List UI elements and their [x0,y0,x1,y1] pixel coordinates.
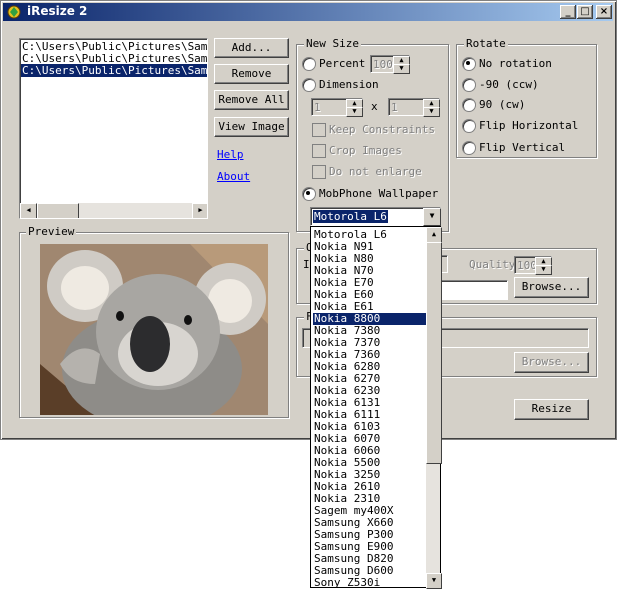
scroll-right-icon[interactable]: ▶ [192,203,207,218]
spin-down-icon[interactable]: ▼ [535,265,552,275]
percent-field[interactable]: 100 ▲ ▼ [370,55,410,74]
crop-images-label: Crop Images [329,144,402,157]
browse-folder-button[interactable]: Browse... [514,352,589,373]
scroll-down-icon[interactable]: ▼ [426,573,442,589]
width-field[interactable]: 1 ▲ ▼ [311,98,363,117]
list-item-selected[interactable]: C:\Users\Public\Pictures\Sample [21,64,207,77]
window-title: iResize 2 [27,4,88,18]
rotate-none-radio[interactable] [462,57,476,71]
rotate-none-label: No rotation [479,57,552,70]
phone-model-select[interactable]: Motorola L6 ▼ [310,207,441,226]
phone-model-dropdown-list[interactable]: Motorola L6 Nokia N91 Nokia N80 Nokia N70 No… [310,226,442,589]
height-field[interactable]: 1 ▲ ▼ [388,98,440,117]
koala-preview-image [40,244,268,415]
minimize-button[interactable]: _ [560,5,576,19]
spin-down-icon[interactable]: ▼ [393,64,410,74]
view-image-button[interactable]: View Image [214,117,289,137]
do-not-enlarge-checkbox[interactable] [312,165,326,179]
flip-vertical-label: Flip Vertical [479,141,566,154]
spin-down-icon[interactable]: ▼ [346,107,363,117]
keep-constraints-label: Keep Constraints [329,123,435,136]
do-not-enlarge-label: Do not enlarge [329,165,422,178]
quality-label: Quality [469,258,516,271]
flip-horizontal-radio[interactable] [462,119,476,133]
remove-button[interactable]: Remove [214,64,289,84]
scroll-left-icon[interactable]: ◀ [20,203,37,218]
file-list[interactable]: C:\Users\Public\Pictures\Sample C:\Users… [19,38,208,219]
flip-vertical-radio[interactable] [462,141,476,155]
flip-horizontal-label: Flip Horizontal [479,119,579,132]
dropdown-scrollbar-thumb[interactable] [426,242,442,464]
new-size-label: New Size [304,37,361,50]
crop-images-checkbox[interactable] [312,144,326,158]
percent-radio[interactable] [302,57,316,71]
about-link[interactable]: About [217,170,250,183]
rotate-ccw-radio[interactable] [462,78,476,92]
preview-label: Preview [26,225,77,238]
keep-constraints-checkbox[interactable] [312,123,326,137]
dimension-radio[interactable] [302,78,316,92]
title-bar[interactable]: iResize 2 _ □ × [3,3,613,21]
scrollbar-thumb[interactable] [37,203,79,218]
chevron-down-icon[interactable]: ▼ [423,208,441,226]
mobphone-label: MobPhone Wallpaper [319,187,439,200]
dimension-label: Dimension [319,78,379,91]
app-icon [7,5,21,19]
add-button[interactable]: Add... [214,38,289,58]
close-button[interactable]: × [596,5,612,19]
browse-button[interactable]: Browse... [514,277,589,298]
spin-down-icon[interactable]: ▼ [423,107,440,117]
mobphone-radio[interactable] [302,187,316,201]
rotate-cw-label: 90 (cw) [479,98,526,111]
quality-field[interactable]: 100 ▲ ▼ [514,256,552,275]
remove-all-button[interactable]: Remove All [214,90,289,110]
help-link[interactable]: Help [217,148,244,161]
scroll-up-icon[interactable]: ▲ [426,227,442,243]
rotate-label: Rotate [464,37,508,50]
rotate-cw-radio[interactable] [462,98,476,112]
dropdown-scrollbar[interactable]: ▲ ▼ [426,227,442,589]
percent-label: Percent [319,57,366,70]
dropdown-item[interactable]: Sony Z530i [313,577,428,589]
resize-button[interactable]: Resize [514,399,589,420]
horizontal-scrollbar[interactable]: ◀ ▶ [20,203,207,218]
maximize-button[interactable]: □ [577,5,593,19]
rotate-ccw-label: -90 (ccw) [479,78,539,91]
format-label: I [303,258,310,271]
times-label: x [371,100,378,113]
